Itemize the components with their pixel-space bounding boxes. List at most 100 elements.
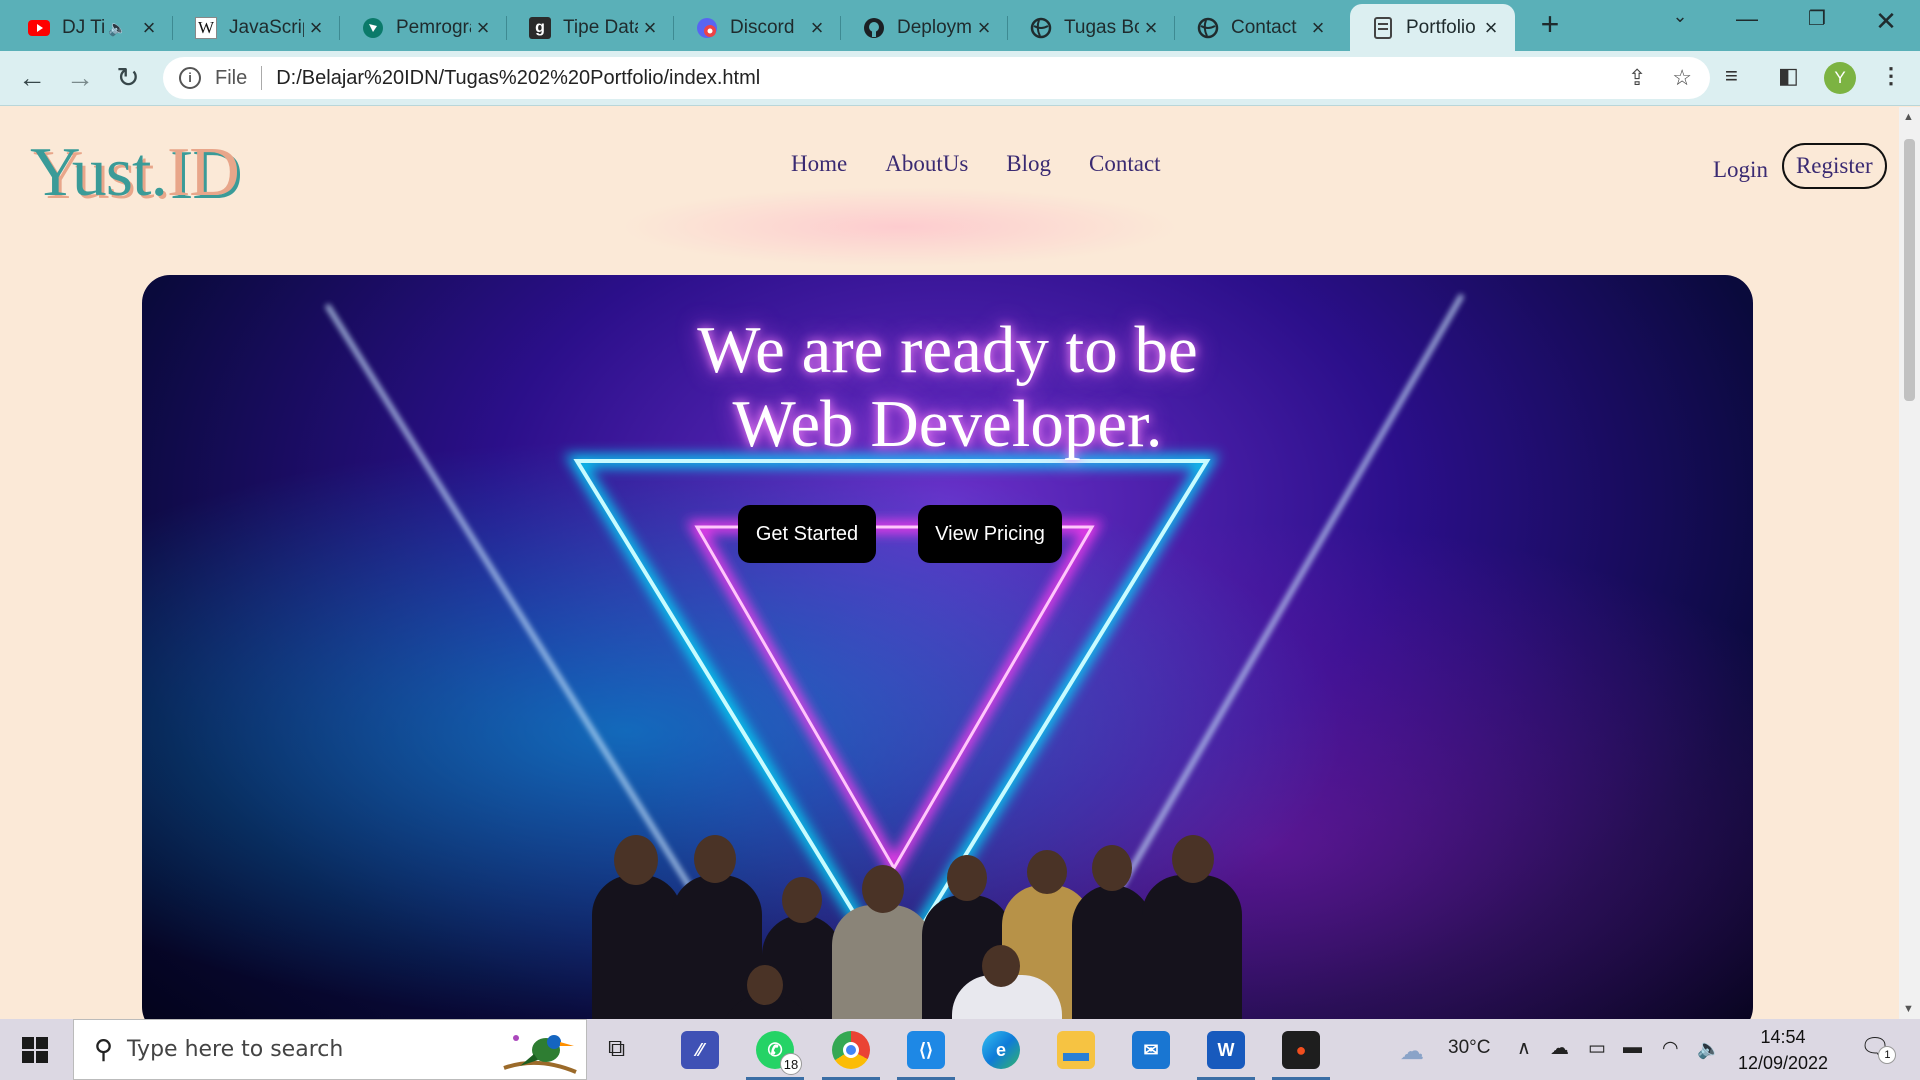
close-tab-icon[interactable]: × [137,15,161,41]
tab-deployment[interactable]: Deploym × [841,4,1008,51]
discord-icon [696,17,718,39]
page-viewport: Yust.ID Home AboutUs Blog Contact Login … [0,107,1899,1019]
restore-icon[interactable]: ❐ [1797,6,1837,31]
close-tab-icon[interactable]: × [1306,15,1330,41]
nav-home[interactable]: Home [791,151,847,177]
media-control-icon[interactable]: ≡ [1725,63,1738,89]
group-photo [582,835,1252,1019]
reload-icon[interactable]: ↻ [110,61,146,97]
address-bar[interactable]: i File D:/Belajar%20IDN/Tugas%202%20Port… [163,57,1710,99]
hero-headline-line1: We are ready to be [697,313,1198,387]
login-link[interactable]: Login [1713,157,1768,183]
notification-icon[interactable]: 🗨 1 [1860,1033,1897,1064]
tab-label: Portfolio [1406,16,1476,38]
meet-icon[interactable]: ▭ [1588,1037,1606,1060]
wikipedia-icon: W [195,16,217,39]
word-icon[interactable]: W [1197,1031,1255,1080]
site-icon [362,17,384,39]
onedrive-error-icon[interactable]: ☁ [1550,1037,1569,1060]
search-icon: ⚲ [94,1034,114,1064]
back-icon[interactable]: ← [14,61,50,97]
url-text[interactable]: D:/Belajar%20IDN/Tugas%202%20Portfolio/i… [276,67,760,90]
tab-label: DJ Ti [62,16,106,38]
close-window-icon[interactable]: ✕ [1866,6,1906,37]
nav-contact[interactable]: Contact [1089,151,1161,177]
tab-youtube[interactable]: DJ Ti 🔈 × [6,4,173,51]
page-scrollbar[interactable]: ▲ ▼ [1899,107,1920,1019]
close-tab-icon[interactable]: × [638,15,662,41]
main-nav: Home AboutUs Blog Contact [791,151,1161,177]
tab-label: Pemrogra [396,16,471,38]
tab-discord[interactable]: Discord × [674,4,841,51]
close-tab-icon[interactable]: × [1139,15,1163,41]
tab-label: JavaScrip [229,16,304,38]
speaker-muted-icon[interactable]: 🔈 [108,19,127,37]
close-tab-icon[interactable]: × [1479,15,1503,41]
globe-icon [1030,17,1052,39]
scrollbar-thumb[interactable] [1904,139,1915,401]
edge-icon[interactable]: e [982,1031,1020,1069]
vscode-icon[interactable]: ⟨⟩ [897,1031,955,1080]
chrome-icon[interactable] [822,1031,880,1080]
github-icon [863,17,885,39]
close-tab-icon[interactable]: × [304,15,328,41]
nav-aboutus[interactable]: AboutUs [885,151,968,177]
whatsapp-badge: 18 [780,1053,802,1075]
taskbar: ⚲ Type here to search ⧉ ⁄⁄ ✆ 18 ⟨⟩ e ✉ W … [0,1019,1920,1080]
tab-label: Contact [1231,16,1297,38]
battery-icon[interactable]: ▬ [1623,1037,1642,1059]
mail-icon[interactable]: ✉ [1132,1031,1170,1069]
close-tab-icon[interactable]: × [805,15,829,41]
clock-time: 14:54 [1760,1027,1806,1047]
nav-blog[interactable]: Blog [1006,151,1051,177]
task-view-icon[interactable]: ⧉ [608,1035,625,1063]
hero-headline-line2: Web Developer. [732,387,1163,461]
profile-avatar[interactable]: Y [1824,62,1856,94]
app-icon[interactable]: ⁄⁄ [681,1031,719,1069]
figma-icon[interactable]: ● [1272,1031,1330,1080]
tab-portfolio[interactable]: Portfolio × [1350,4,1515,51]
tab-contact[interactable]: Contact × [1175,4,1342,51]
share-icon[interactable]: ⇪ [1628,65,1646,91]
logo-text-part1: Yust. [30,134,168,211]
close-tab-icon[interactable]: × [471,15,495,41]
tab-label: Tugas Bo [1064,16,1139,38]
menu-kebab-icon[interactable]: ⋮ [1880,63,1902,89]
register-button[interactable]: Register [1781,143,1887,189]
bookmark-star-icon[interactable]: ☆ [1672,65,1692,91]
tab-javascript[interactable]: W JavaScrip × [173,4,340,51]
get-started-button[interactable]: Get Started [738,505,876,563]
whatsapp-icon[interactable]: ✆ 18 [746,1031,804,1080]
browser-toolbar: ← → ↻ i File D:/Belajar%20IDN/Tugas%202%… [0,51,1920,106]
file-explorer-icon[interactable] [1057,1031,1095,1069]
chevron-up-icon[interactable]: ∧ [1517,1037,1531,1060]
new-tab-icon[interactable]: + [1533,6,1567,43]
view-pricing-button[interactable]: View Pricing [918,505,1062,563]
clock-date: 12/09/2022 [1737,1053,1829,1073]
windows-start-icon[interactable] [22,1037,48,1063]
weather-cloud-icon[interactable]: ☁ [1400,1037,1424,1066]
taskbar-search[interactable]: ⚲ Type here to search [73,1019,587,1080]
wifi-icon[interactable]: ◠ [1662,1037,1679,1060]
search-placeholder: Type here to search [127,1037,344,1062]
search-highlight-bird-icon [503,1035,577,1074]
hero-banner: We are ready to be Web Developer. Get St… [142,275,1753,1019]
tab-search-chevron-icon[interactable]: ⌄ [1660,6,1700,27]
site-logo[interactable]: Yust.ID [30,133,240,213]
g-icon: g [529,16,551,39]
scheme-label: File [215,66,248,89]
auth-links: Login Register [1713,143,1887,189]
info-icon[interactable]: i [179,67,201,89]
system-clock[interactable]: 14:54 12/09/2022 [1733,1024,1833,1076]
forward-icon[interactable]: → [62,61,98,97]
weather-temp[interactable]: 30°C [1448,1037,1490,1059]
tab-tugas[interactable]: Tugas Bo × [1008,4,1175,51]
tab-tipe-data[interactable]: g Tipe Data × [507,4,674,51]
side-panel-icon[interactable]: ◧ [1778,63,1799,89]
close-tab-icon[interactable]: × [972,15,996,41]
hero-glow [620,187,1180,267]
volume-icon[interactable]: 🔈 [1697,1037,1721,1061]
logo-text-part2: ID [166,134,240,211]
minimize-icon[interactable]: — [1727,6,1767,32]
tab-pemrograman[interactable]: Pemrogra × [340,4,507,51]
